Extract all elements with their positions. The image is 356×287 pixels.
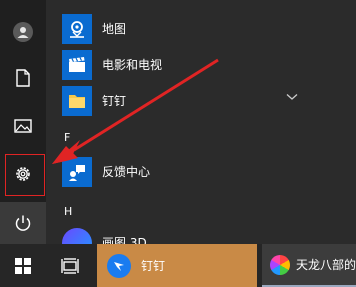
app-item-movies-tv[interactable]: 电影和电视	[62, 48, 162, 82]
map-tile	[62, 14, 92, 44]
app-item-feedback-hub[interactable]: 反馈中心	[62, 155, 150, 189]
start-button[interactable]	[0, 244, 46, 287]
tianlong-app-icon	[270, 254, 290, 275]
user-icon	[13, 22, 33, 42]
app-label-dingtalk-folder: 钉钉	[102, 94, 127, 108]
folder-tile	[62, 86, 92, 116]
taskbar-app-tianlong-label: 天龙八部的	[295, 258, 356, 272]
taskbar-app-tianlong[interactable]: 天龙八部的	[262, 244, 356, 287]
start-rail	[0, 0, 46, 244]
folder-icon	[69, 95, 85, 108]
power-icon	[15, 215, 31, 231]
section-header-f[interactable]: F	[64, 131, 70, 144]
app-list: 地图 电影和电视 钉钉 F 反馈中心 H 画图 3D	[46, 0, 356, 258]
power-button[interactable]	[0, 202, 46, 244]
documents-icon	[16, 69, 30, 87]
user-account-button[interactable]	[0, 12, 46, 52]
feedback-hub-tile	[62, 157, 92, 187]
pictures-icon	[14, 119, 32, 133]
app-label-movies-tv: 电影和电视	[102, 58, 163, 72]
app-label-feedback-hub: 反馈中心	[102, 165, 151, 179]
map-icon	[70, 21, 84, 38]
app-label-maps: 地图	[102, 22, 127, 36]
section-header-h[interactable]: H	[64, 205, 72, 218]
chevron-down-icon[interactable]	[286, 93, 298, 101]
settings-highlight-box	[5, 154, 45, 196]
app-item-dingtalk-folder[interactable]: 钉钉	[62, 84, 126, 118]
task-view-icon	[61, 257, 79, 274]
documents-button[interactable]	[0, 58, 46, 98]
taskbar-app-dingtalk[interactable]: 钉钉	[97, 244, 257, 287]
taskbar-app-dingtalk-label: 钉钉	[141, 259, 166, 273]
taskbar: 钉钉 天龙八部的	[0, 244, 356, 287]
task-view-button[interactable]	[48, 244, 92, 287]
movies-tv-tile	[62, 50, 92, 80]
dingtalk-icon	[107, 253, 131, 278]
feedback-hub-icon	[69, 165, 85, 181]
settings-button[interactable]	[0, 154, 46, 196]
app-item-maps[interactable]: 地图	[62, 12, 126, 46]
pictures-button[interactable]	[0, 106, 46, 146]
movies-tv-icon	[69, 57, 85, 72]
windows-logo-icon	[15, 257, 31, 274]
